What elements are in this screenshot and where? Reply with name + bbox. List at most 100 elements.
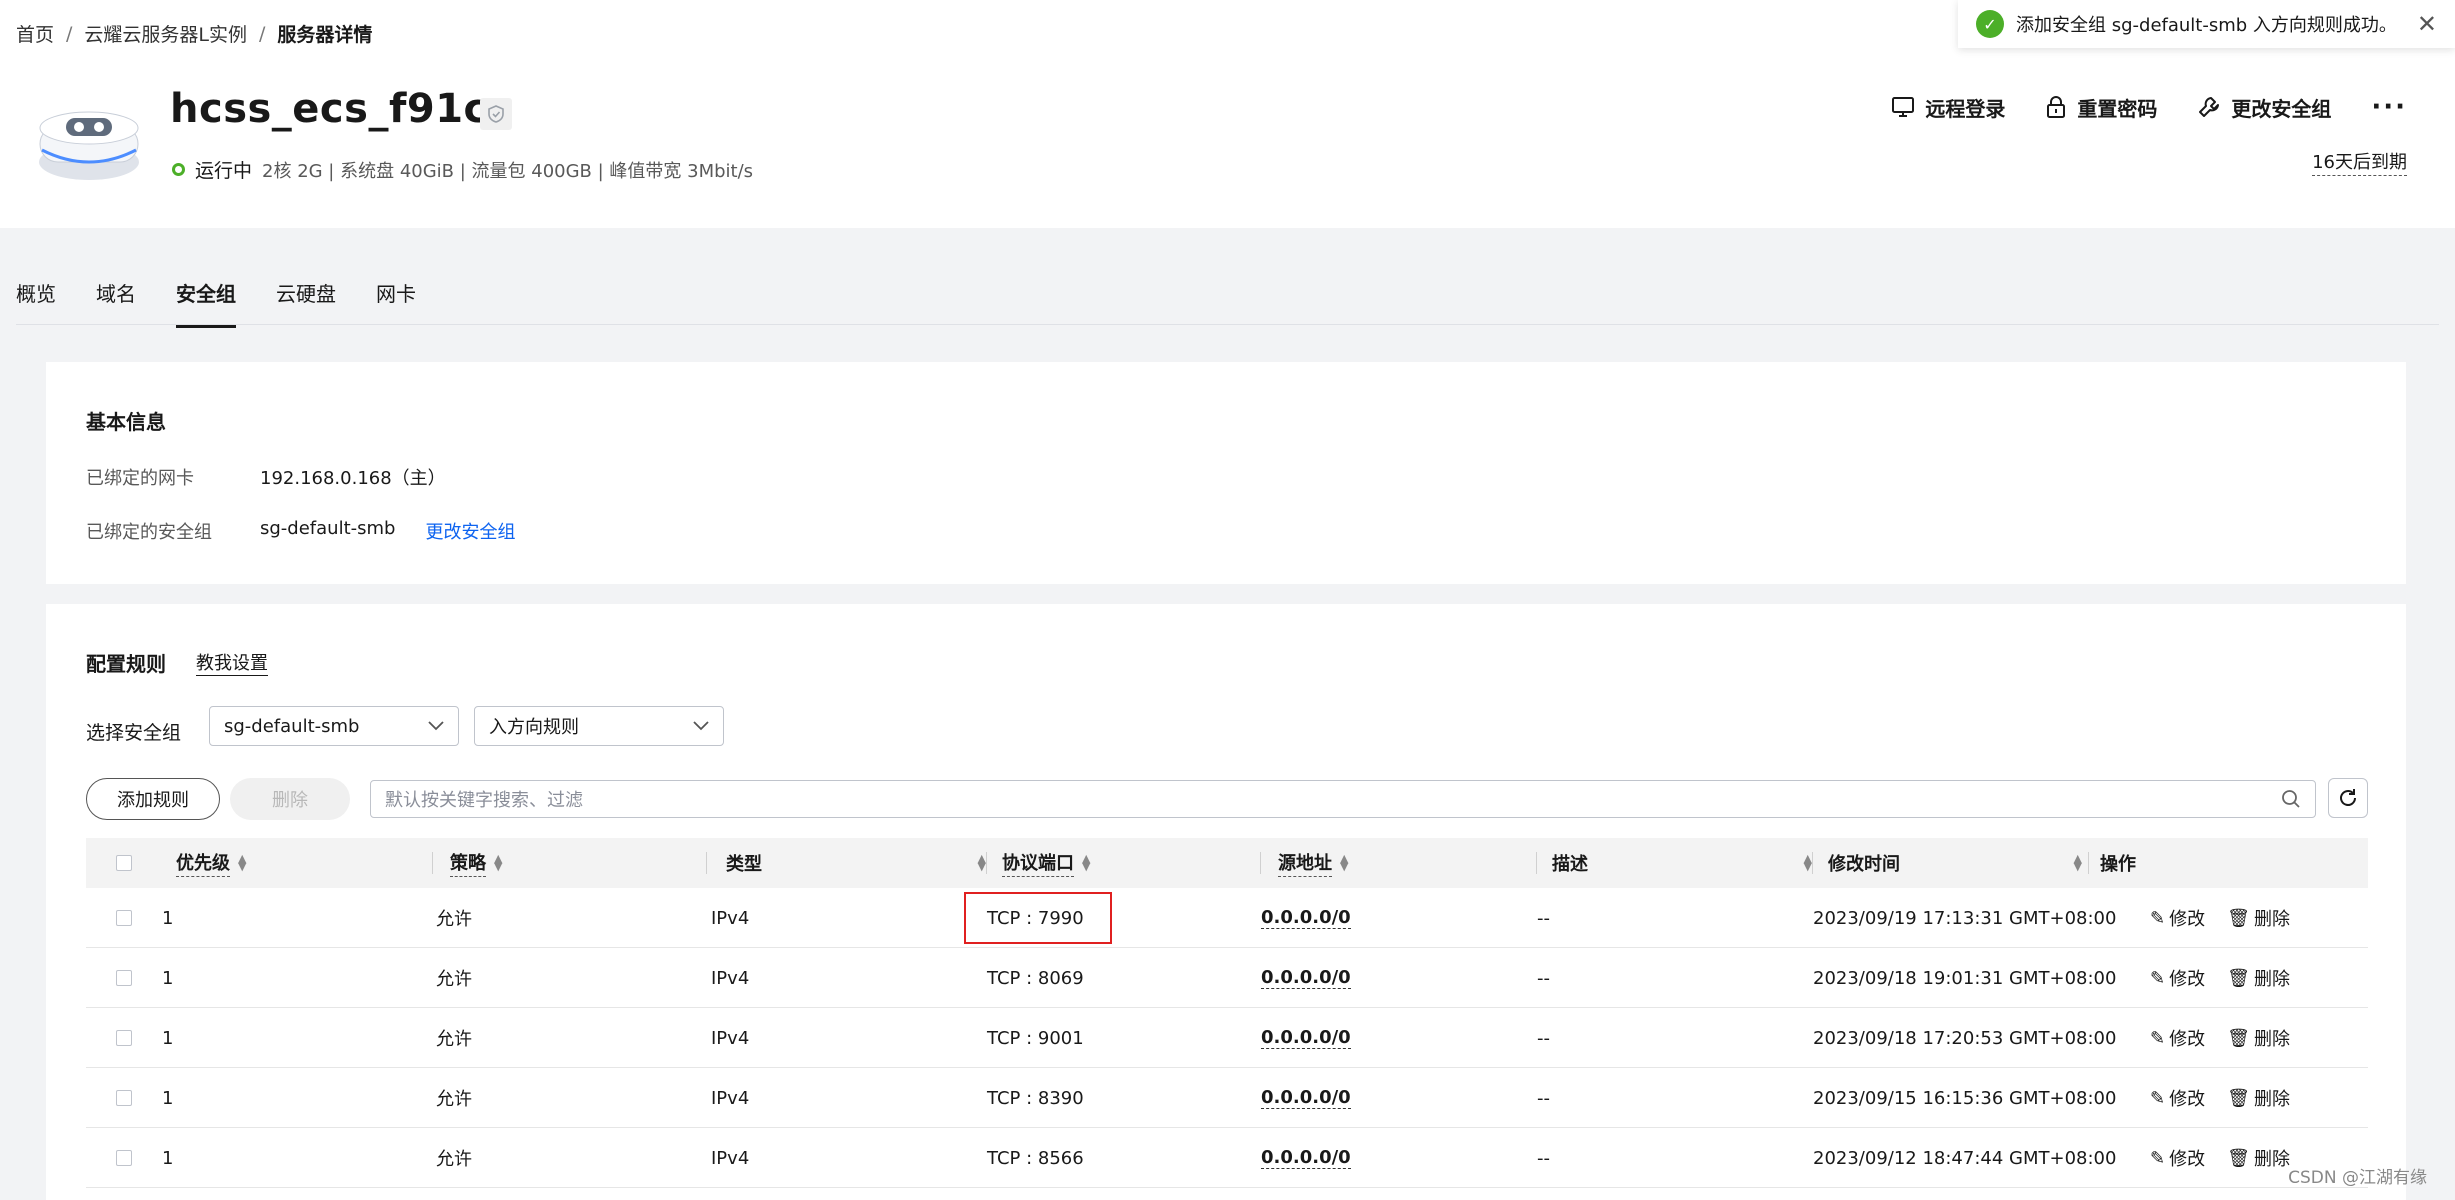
edit-button[interactable]: ✎ 修改 bbox=[2150, 1025, 2205, 1051]
table-row: 1 允许 IPv4 TCP : 7990 0.0.0.0/0 -- 2023/0… bbox=[86, 888, 2368, 948]
edit-button[interactable]: ✎ 修改 bbox=[2150, 965, 2205, 991]
check-icon: ✓ bbox=[1976, 10, 2004, 38]
reset-password-button[interactable]: 重置密码 bbox=[2045, 93, 2157, 122]
select-all-checkbox[interactable] bbox=[116, 855, 132, 871]
cell-port: TCP : 8069 bbox=[987, 967, 1084, 989]
sort-icon[interactable]: ▲ ▼ bbox=[1340, 853, 1348, 872]
col-policy-label: 策略 bbox=[450, 849, 486, 877]
edit-label: 修改 bbox=[2169, 1089, 2206, 1110]
table-row: 1 允许 IPv4 TCP : 9001 0.0.0.0/0 -- 2023/0… bbox=[86, 1008, 2368, 1068]
tab-security-group[interactable]: 安全组 bbox=[176, 278, 236, 328]
cell-source[interactable]: 0.0.0.0/0 bbox=[1261, 1147, 1351, 1169]
close-icon[interactable]: ✕ bbox=[2417, 10, 2437, 38]
success-toast: ✓ 添加安全组 sg-default-smb 入方向规则成功。 ✕ bbox=[1958, 0, 2455, 48]
remote-login-button[interactable]: 远程登录 bbox=[1891, 93, 2005, 122]
cell-priority: 1 bbox=[162, 1087, 174, 1109]
monitor-icon bbox=[1892, 97, 1915, 117]
col-desc[interactable]: 描述 ▲ ▼ bbox=[1552, 838, 1812, 888]
cell-priority: 1 bbox=[162, 1147, 174, 1169]
delete-button[interactable]: 🗑 删除 bbox=[2227, 1085, 2290, 1111]
cell-type: IPv4 bbox=[711, 907, 750, 929]
cell-modified: 2023/09/18 17:20:53 GMT+08:00 bbox=[1813, 1027, 2117, 1049]
col-modified[interactable]: 修改时间 ▲ ▼ bbox=[1828, 838, 2082, 888]
search-placeholder: 默认按关键字搜索、过滤 bbox=[385, 790, 583, 811]
add-rule-button[interactable]: 添加规则 bbox=[86, 778, 220, 820]
direction-select[interactable]: 入方向规则 bbox=[474, 706, 724, 746]
sort-icon[interactable]: ▲ ▼ bbox=[238, 853, 246, 872]
row-checkbox[interactable] bbox=[116, 970, 132, 986]
col-policy[interactable]: 策略 ▲ ▼ bbox=[450, 838, 502, 888]
cell-type: IPv4 bbox=[711, 1147, 750, 1169]
col-type-label: 类型 bbox=[726, 853, 762, 875]
column-divider bbox=[1536, 852, 1537, 874]
cell-port: TCP : 8566 bbox=[987, 1147, 1084, 1169]
rules-title: 配置规则 bbox=[86, 652, 166, 676]
sort-icon[interactable]: ▲ ▼ bbox=[494, 853, 502, 872]
change-sg-button[interactable]: 更改安全组 bbox=[2197, 93, 2331, 122]
edit-button[interactable]: ✎ 修改 bbox=[2150, 1145, 2205, 1171]
edit-button[interactable]: ✎ 修改 bbox=[2150, 1085, 2205, 1111]
breadcrumb-separator: / bbox=[259, 22, 266, 45]
sort-icon[interactable]: ▲ ▼ bbox=[1804, 853, 1812, 872]
direction-select-value: 入方向规则 bbox=[489, 717, 579, 738]
breadcrumb-separator: / bbox=[66, 22, 73, 45]
change-sg-link[interactable]: 更改安全组 bbox=[425, 518, 515, 544]
cell-source[interactable]: 0.0.0.0/0 bbox=[1261, 1087, 1351, 1109]
breadcrumb-parent[interactable]: 云耀云服务器L实例 bbox=[84, 20, 247, 47]
cell-source[interactable]: 0.0.0.0/0 bbox=[1261, 907, 1351, 929]
edit-label: 修改 bbox=[2169, 909, 2206, 930]
col-desc-label: 描述 bbox=[1552, 853, 1588, 875]
col-priority[interactable]: 优先级 ▲ ▼ bbox=[176, 838, 246, 888]
search-input[interactable]: 默认按关键字搜索、过滤 bbox=[370, 780, 2316, 818]
column-divider bbox=[1812, 852, 1813, 874]
server-icon bbox=[39, 111, 139, 180]
row-ops: ✎ 修改 🗑 删除 bbox=[2150, 1008, 2290, 1068]
wrench-icon bbox=[2199, 97, 2220, 117]
more-button[interactable]: ··· bbox=[2371, 92, 2407, 122]
cell-source[interactable]: 0.0.0.0/0 bbox=[1261, 967, 1351, 989]
delete-label: 删除 bbox=[2253, 909, 2290, 930]
breadcrumb: 首页 / 云耀云服务器L实例 / 服务器详情 bbox=[16, 20, 372, 47]
cell-source[interactable]: 0.0.0.0/0 bbox=[1261, 1027, 1351, 1049]
row-checkbox[interactable] bbox=[116, 910, 132, 926]
expire-info[interactable]: 16天后到期 bbox=[2312, 148, 2407, 176]
tabs-divider bbox=[16, 324, 2439, 325]
chevron-down-icon bbox=[693, 721, 709, 731]
pencil-icon: ✎ bbox=[2150, 967, 2166, 989]
edit-button[interactable]: ✎ 修改 bbox=[2150, 905, 2205, 931]
tab-overview[interactable]: 概览 bbox=[16, 278, 56, 328]
delete-button[interactable]: 🗑 删除 bbox=[2227, 1025, 2290, 1051]
tab-cloud-disk[interactable]: 云硬盘 bbox=[276, 278, 336, 328]
row-ops: ✎ 修改 🗑 删除 bbox=[2150, 888, 2290, 948]
delete-button[interactable]: 🗑 删除 bbox=[2227, 905, 2290, 931]
refresh-button[interactable] bbox=[2328, 778, 2368, 818]
delete-button[interactable]: 🗑 删除 bbox=[2227, 1145, 2290, 1171]
col-port[interactable]: 协议端口 ▲ ▼ bbox=[1002, 838, 1090, 888]
col-source[interactable]: 源地址 ▲ ▼ bbox=[1278, 838, 1348, 888]
row-checkbox[interactable] bbox=[116, 1030, 132, 1046]
tab-nic[interactable]: 网卡 bbox=[376, 278, 416, 328]
col-type[interactable]: 类型 ▲ ▼ bbox=[726, 838, 986, 888]
row-checkbox[interactable] bbox=[116, 1150, 132, 1166]
cell-port: TCP : 8390 bbox=[987, 1087, 1084, 1109]
cell-desc: -- bbox=[1537, 1147, 1550, 1169]
breadcrumb-home[interactable]: 首页 bbox=[16, 20, 54, 47]
remote-login-label: 远程登录 bbox=[1925, 96, 2006, 121]
delete-rules-button[interactable]: 删除 bbox=[230, 778, 350, 820]
chevron-down-icon bbox=[428, 721, 444, 731]
cell-desc: -- bbox=[1537, 907, 1550, 929]
cell-priority: 1 bbox=[162, 907, 174, 929]
sg-select[interactable]: sg-default-smb bbox=[209, 706, 459, 746]
sort-icon[interactable]: ▲ ▼ bbox=[978, 853, 986, 872]
sort-icon[interactable]: ▲ ▼ bbox=[2074, 853, 2082, 872]
teach-me-link[interactable]: 教我设置 bbox=[196, 649, 268, 676]
row-checkbox[interactable] bbox=[116, 1090, 132, 1106]
sg-label: 已绑定的安全组 bbox=[86, 522, 212, 543]
delete-button[interactable]: 🗑 删除 bbox=[2227, 965, 2290, 991]
edit-label: 修改 bbox=[2169, 1149, 2206, 1170]
sort-icon[interactable]: ▲ ▼ bbox=[1082, 853, 1090, 872]
cell-priority: 1 bbox=[162, 1027, 174, 1049]
cell-type: IPv4 bbox=[711, 1087, 750, 1109]
change-sg-label: 更改安全组 bbox=[2231, 96, 2332, 121]
tab-domain[interactable]: 域名 bbox=[96, 278, 136, 328]
